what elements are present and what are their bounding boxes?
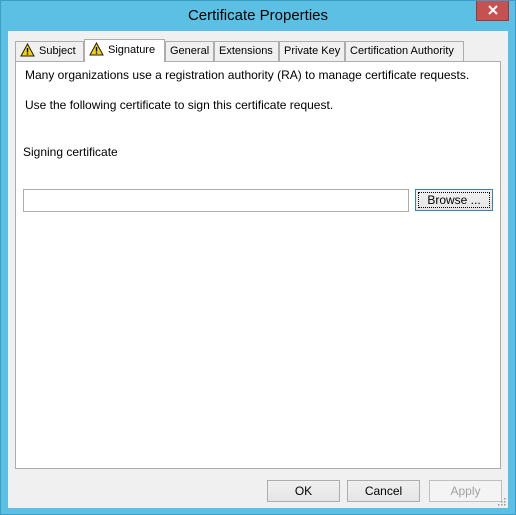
- focus-rect: [418, 192, 490, 208]
- apply-button[interactable]: Apply: [429, 480, 502, 502]
- certificate-properties-window: Certificate Properties Subject Signature…: [0, 0, 516, 515]
- dialog-body: Subject Signature General Extensions Pri…: [8, 31, 508, 508]
- warning-icon: [20, 42, 35, 57]
- tab-extensions[interactable]: Extensions: [214, 41, 279, 61]
- tab-subject[interactable]: Subject: [15, 41, 84, 61]
- tab-general[interactable]: General: [165, 41, 214, 61]
- tab-private-key[interactable]: Private Key: [279, 41, 345, 61]
- cancel-button[interactable]: Cancel: [347, 480, 420, 502]
- apply-button-label: Apply: [450, 484, 481, 498]
- signing-certificate-label: Signing certificate: [23, 145, 118, 159]
- intro-text: Many organizations use a registration au…: [25, 68, 470, 82]
- ok-button[interactable]: OK: [267, 480, 340, 502]
- tab-subject-label: Subject: [39, 45, 76, 57]
- close-button[interactable]: [476, 1, 509, 21]
- tab-general-label: General: [170, 45, 210, 57]
- tab-certification-authority-label: Certification Authority: [350, 45, 454, 57]
- title-bar[interactable]: Certificate Properties: [1, 1, 515, 31]
- resize-grip-icon[interactable]: [496, 496, 506, 506]
- tab-signature-label: Signature: [108, 44, 156, 56]
- signature-tab-panel: Many organizations use a registration au…: [15, 61, 501, 469]
- tab-extensions-label: Extensions: [219, 45, 273, 57]
- instruction-text: Use the following certificate to sign th…: [25, 98, 334, 112]
- tab-certification-authority[interactable]: Certification Authority: [345, 41, 464, 61]
- warning-icon: [89, 41, 104, 56]
- signing-certificate-field[interactable]: [23, 189, 409, 212]
- tab-signature[interactable]: Signature: [84, 39, 165, 62]
- ok-button-label: OK: [294, 484, 313, 498]
- cancel-button-label: Cancel: [364, 484, 403, 498]
- close-icon: [488, 5, 498, 15]
- browse-button[interactable]: Browse ...: [415, 189, 493, 211]
- window-title: Certificate Properties: [187, 7, 329, 24]
- tab-private-key-label: Private Key: [284, 45, 341, 57]
